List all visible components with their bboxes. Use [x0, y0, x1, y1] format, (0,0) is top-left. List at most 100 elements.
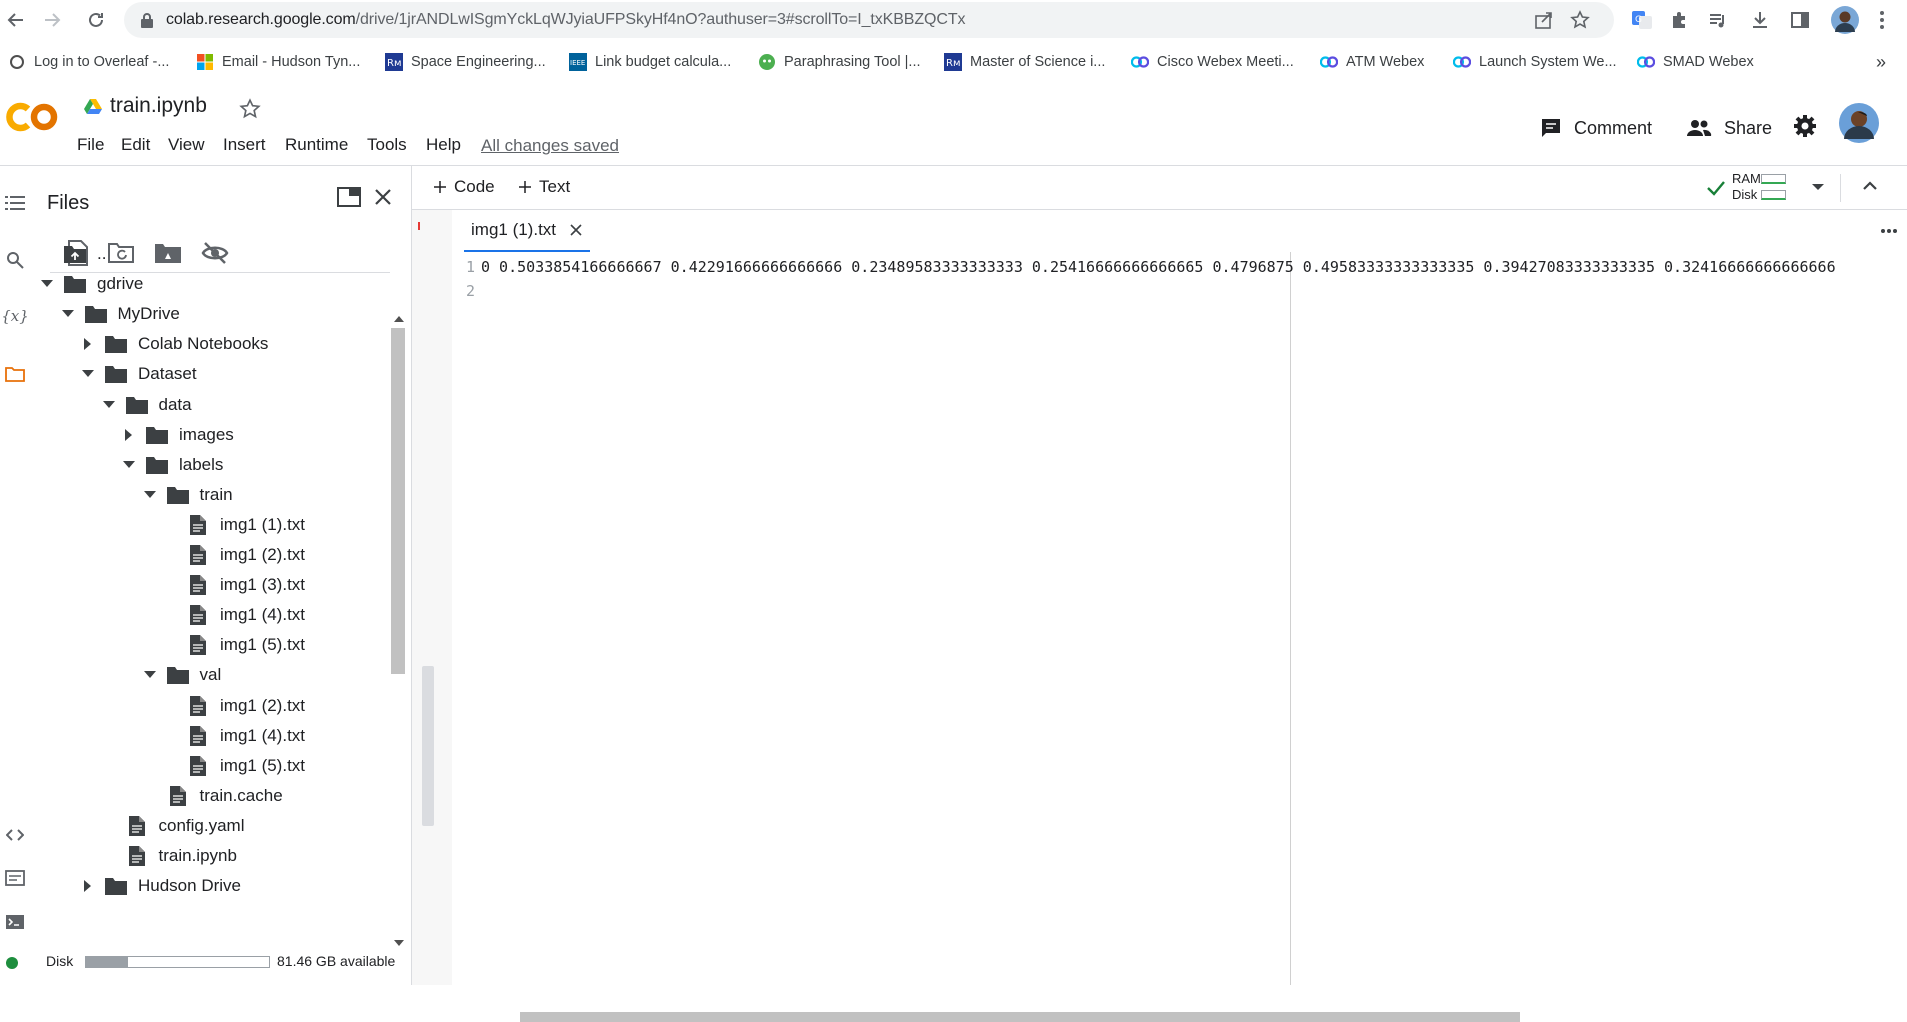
tree-folder[interactable]: images: [122, 422, 234, 448]
share-button[interactable]: Share: [1686, 112, 1772, 144]
download-icon[interactable]: [1748, 8, 1772, 32]
tree-folder[interactable]: gdrive: [40, 271, 143, 297]
caret-down-icon[interactable]: [122, 458, 136, 472]
open-in-tab-icon[interactable]: [337, 187, 361, 207]
command-palette-icon[interactable]: [2, 865, 28, 891]
settings-gear-icon[interactable]: [1793, 114, 1817, 138]
url-text[interactable]: colab.research.google.com/drive/1jrANDLw…: [166, 11, 966, 29]
connect-dropdown-icon[interactable]: [1812, 184, 1824, 190]
bookmark-link-budget[interactable]: IEEE Link budget calcula...: [569, 51, 731, 73]
add-text-button[interactable]: Text: [519, 177, 570, 197]
google-drive-icon[interactable]: [84, 99, 102, 115]
caret-down-icon[interactable]: [81, 367, 95, 381]
code-snippets-icon[interactable]: [2, 822, 28, 848]
file-tree-scrollbar[interactable]: [390, 316, 406, 946]
tree-folder[interactable]: data: [102, 392, 192, 418]
terminal-icon[interactable]: [2, 909, 28, 935]
lock-icon[interactable]: [140, 12, 154, 28]
code-line[interactable]: 0 0.5033854166666667 0.42291666666666666…: [481, 258, 1836, 276]
colab-logo[interactable]: [6, 100, 60, 134]
caret-down-icon[interactable]: [143, 668, 157, 682]
tree-file[interactable]: img1 (4).txt: [163, 602, 305, 628]
menu-tools[interactable]: Tools: [367, 135, 407, 155]
tree-file[interactable]: img1 (2).txt: [163, 542, 305, 568]
bookmark-cisco-webex[interactable]: Cisco Webex Meeti...: [1131, 51, 1294, 73]
tree-file[interactable]: img1 (3).txt: [163, 572, 305, 598]
more-bookmarks-button[interactable]: »: [1876, 51, 1886, 73]
menu-view[interactable]: View: [168, 135, 205, 155]
tree-folder[interactable]: val: [143, 662, 221, 688]
bookmark-overleaf[interactable]: Log in to Overleaf -...: [8, 51, 169, 73]
mount-drive-icon[interactable]: [154, 239, 182, 267]
close-icon[interactable]: [373, 187, 393, 207]
bookmark-atm-webex[interactable]: ATM Webex: [1320, 51, 1424, 73]
media-queue-icon[interactable]: [1706, 8, 1730, 32]
tree-folder[interactable]: labels: [122, 452, 223, 478]
share-page-icon[interactable]: [1534, 10, 1554, 30]
caret-right-icon[interactable]: [122, 428, 136, 442]
bookmark-star-icon[interactable]: [1570, 10, 1590, 30]
variables-icon[interactable]: {x}: [1, 303, 29, 329]
menu-help[interactable]: Help: [426, 135, 461, 155]
tree-parent-dir[interactable]: ..: [40, 241, 106, 267]
extensions-icon[interactable]: [1668, 8, 1692, 32]
google-translate-icon[interactable]: G: [1630, 8, 1654, 32]
tree-folder[interactable]: train: [143, 482, 233, 508]
tree-file[interactable]: img1 (4).txt: [163, 723, 305, 749]
side-panel-icon[interactable]: [1788, 8, 1812, 32]
tree-folder[interactable]: MyDrive: [61, 301, 180, 327]
caret-right-icon[interactable]: [81, 879, 95, 893]
tree-folder[interactable]: Colab Notebooks: [81, 331, 268, 357]
tree-file[interactable]: img1 (5).txt: [163, 632, 305, 658]
tree-file[interactable]: img1 (1).txt: [163, 512, 305, 538]
forward-button[interactable]: [38, 6, 66, 34]
files-folder-icon[interactable]: [2, 361, 28, 387]
caret-down-icon[interactable]: [61, 307, 75, 321]
scrollbar-thumb[interactable]: [391, 328, 405, 674]
profile-avatar[interactable]: [1830, 5, 1860, 35]
tree-file[interactable]: config.yaml: [102, 813, 244, 839]
code-view[interactable]: 1 0 0.5033854166666667 0.422916666666666…: [452, 252, 1907, 1022]
reload-button[interactable]: [82, 6, 110, 34]
hide-files-icon[interactable]: [201, 239, 229, 267]
back-button[interactable]: [2, 6, 30, 34]
bookmark-space-engineering[interactable]: Rᴍ Space Engineering...: [385, 51, 546, 73]
comment-button[interactable]: Comment: [1540, 112, 1652, 144]
bookmark-email[interactable]: Email - Hudson Tyn...: [196, 51, 360, 73]
caret-down-icon[interactable]: [40, 277, 54, 291]
horizontal-scrollbar[interactable]: [520, 1012, 1520, 1022]
microsoft-icon: [196, 53, 214, 71]
add-code-button[interactable]: Code: [434, 177, 495, 197]
tree-folder[interactable]: Dataset: [81, 361, 197, 387]
notebook-scrollbar[interactable]: [422, 666, 434, 826]
table-of-contents-icon[interactable]: [2, 190, 28, 216]
menu-runtime[interactable]: Runtime: [285, 135, 348, 155]
menu-edit[interactable]: Edit: [121, 135, 150, 155]
close-tab-icon[interactable]: [570, 224, 582, 236]
star-icon[interactable]: [239, 98, 261, 120]
bookmark-launch-system[interactable]: Launch System We...: [1453, 51, 1617, 73]
caret-down-icon[interactable]: [102, 398, 116, 412]
search-icon[interactable]: [2, 247, 28, 273]
bookmark-paraphrasing[interactable]: Paraphrasing Tool |...: [758, 51, 921, 73]
tree-file[interactable]: img1 (5).txt: [163, 753, 305, 779]
menu-file[interactable]: File: [77, 135, 104, 155]
refresh-folder-icon[interactable]: [108, 239, 136, 267]
browser-menu-icon[interactable]: [1870, 8, 1894, 32]
editor-tab[interactable]: img1 (1).txt: [464, 210, 591, 252]
caret-right-icon[interactable]: [81, 337, 95, 351]
tree-file[interactable]: train.ipynb: [102, 843, 237, 869]
tree-folder[interactable]: Hudson Drive: [81, 873, 241, 899]
notebook-title[interactable]: train.ipynb: [110, 94, 207, 118]
address-bar[interactable]: colab.research.google.com/drive/1jrANDLw…: [124, 2, 1614, 38]
tree-file[interactable]: train.cache: [143, 783, 283, 809]
save-status-link[interactable]: All changes saved: [481, 136, 619, 156]
bookmark-smad-webex[interactable]: SMAD Webex: [1637, 51, 1754, 73]
collapse-header-icon[interactable]: [1862, 180, 1878, 192]
tree-file[interactable]: img1 (2).txt: [163, 693, 305, 719]
menu-insert[interactable]: Insert: [223, 135, 266, 155]
user-avatar[interactable]: [1839, 103, 1879, 143]
more-options-icon[interactable]: [1880, 228, 1898, 234]
bookmark-master-of-science[interactable]: Rᴍ Master of Science i...: [944, 51, 1105, 73]
caret-down-icon[interactable]: [143, 488, 157, 502]
